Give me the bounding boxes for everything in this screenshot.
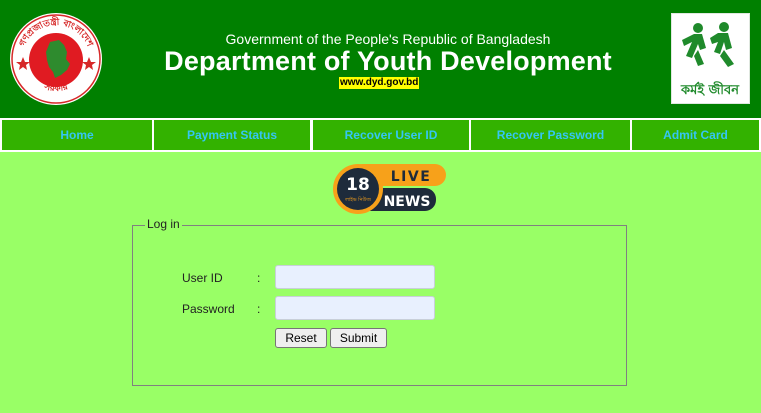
badge-news: NEWS <box>384 194 431 210</box>
nav-item-recover-password[interactable]: Recover Password <box>471 120 630 150</box>
login-legend: Log in <box>145 217 182 231</box>
submit-button[interactable]: Submit <box>330 328 387 348</box>
badge-number: 18 <box>346 175 370 195</box>
nav-item-home[interactable]: Home <box>2 120 152 150</box>
badge-sub: লাইভ নিউজ <box>344 196 371 203</box>
user-id-colon: : <box>257 271 261 285</box>
18-live-news-badge-icon: 18 লাইভ নিউজ LIVE NEWS <box>333 164 446 214</box>
badge-live: LIVE <box>391 169 432 185</box>
user-id-input[interactable] <box>275 265 435 289</box>
password-input[interactable] <box>275 296 435 320</box>
karmai-jibon-logo: কর্মই জীবন <box>671 13 750 104</box>
password-label: Password <box>182 302 235 316</box>
reset-button[interactable]: Reset <box>275 328 327 348</box>
site-header: গণপ্রজাতন্ত্রী বাংলাদেশ সরকার Government… <box>0 0 761 118</box>
karmai-jibon-logo-icon: কর্মই জীবন <box>677 20 744 98</box>
nav-item-recover-user-id[interactable]: Recover User ID <box>313 120 469 150</box>
main-nav: Home Payment Status Recover User ID Reco… <box>0 118 761 152</box>
user-id-label: User ID <box>182 271 223 285</box>
government-line: Government of the People's Republic of B… <box>225 31 551 47</box>
site-url: www.dyd.gov.bd <box>339 77 420 89</box>
nav-item-payment-status[interactable]: Payment Status <box>154 120 310 150</box>
page-title: Department of Youth Development <box>164 46 612 76</box>
nav-item-admit-card[interactable]: Admit Card <box>632 120 759 150</box>
logo-text: কর্মই জীবন <box>680 81 740 98</box>
password-colon: : <box>257 302 261 316</box>
